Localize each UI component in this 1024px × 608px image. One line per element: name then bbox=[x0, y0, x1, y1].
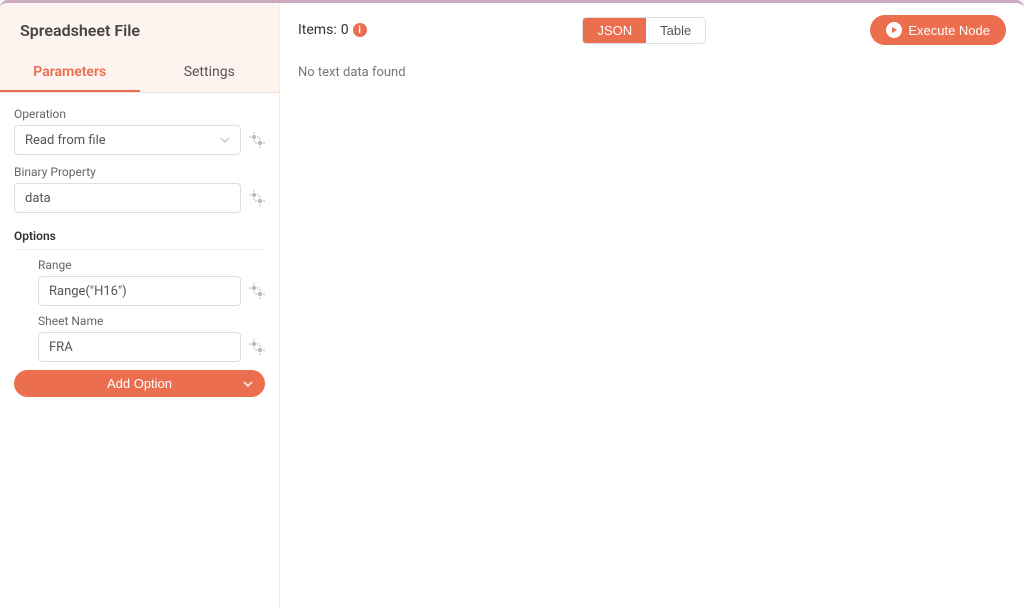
chevron-down-icon bbox=[243, 381, 253, 387]
operation-value: Read from file bbox=[25, 133, 106, 148]
sheet-name-label: Sheet Name bbox=[38, 314, 265, 328]
options-header: Options bbox=[14, 223, 265, 250]
sidebar-header: Spreadsheet File Parameters Settings bbox=[0, 3, 279, 93]
sidebar: Spreadsheet File Parameters Settings Ope… bbox=[0, 3, 280, 608]
sheet-name-input[interactable] bbox=[38, 332, 241, 362]
chevron-down-icon bbox=[220, 137, 230, 143]
range-input[interactable] bbox=[38, 276, 241, 306]
gear-icon[interactable] bbox=[249, 190, 265, 206]
items-count: Items: 0 i bbox=[298, 22, 367, 38]
execute-node-button[interactable]: Execute Node bbox=[870, 15, 1006, 45]
binary-property-label: Binary Property bbox=[14, 165, 265, 179]
gear-icon[interactable] bbox=[249, 339, 265, 355]
execute-label: Execute Node bbox=[908, 23, 990, 38]
gear-icon[interactable] bbox=[249, 132, 265, 148]
node-title: Spreadsheet File bbox=[20, 21, 140, 40]
output-empty-message: No text data found bbox=[280, 57, 1024, 88]
add-option-button[interactable]: Add Option bbox=[14, 370, 265, 397]
add-option-label: Add Option bbox=[107, 376, 172, 391]
view-toggle: JSON Table bbox=[582, 17, 706, 44]
items-count-value: 0 bbox=[341, 22, 349, 38]
tab-settings[interactable]: Settings bbox=[140, 54, 280, 92]
output-header: Items: 0 i JSON Table Execute Node bbox=[280, 3, 1024, 57]
play-icon bbox=[886, 22, 902, 38]
operation-select[interactable]: Read from file bbox=[14, 125, 241, 155]
info-icon[interactable]: i bbox=[353, 23, 367, 37]
items-label-text: Items: bbox=[298, 22, 337, 38]
output-panel: Items: 0 i JSON Table Execute Node bbox=[280, 3, 1024, 608]
table-view-button[interactable]: Table bbox=[646, 18, 705, 43]
json-view-button[interactable]: JSON bbox=[583, 18, 646, 43]
operation-label: Operation bbox=[14, 107, 265, 121]
tab-parameters[interactable]: Parameters bbox=[0, 54, 140, 92]
gear-icon[interactable] bbox=[249, 283, 265, 299]
binary-property-input[interactable] bbox=[14, 183, 241, 213]
range-label: Range bbox=[38, 258, 265, 272]
parameters-form: Operation Read from file bbox=[0, 93, 279, 411]
tabs-bar: Parameters Settings bbox=[0, 54, 279, 92]
